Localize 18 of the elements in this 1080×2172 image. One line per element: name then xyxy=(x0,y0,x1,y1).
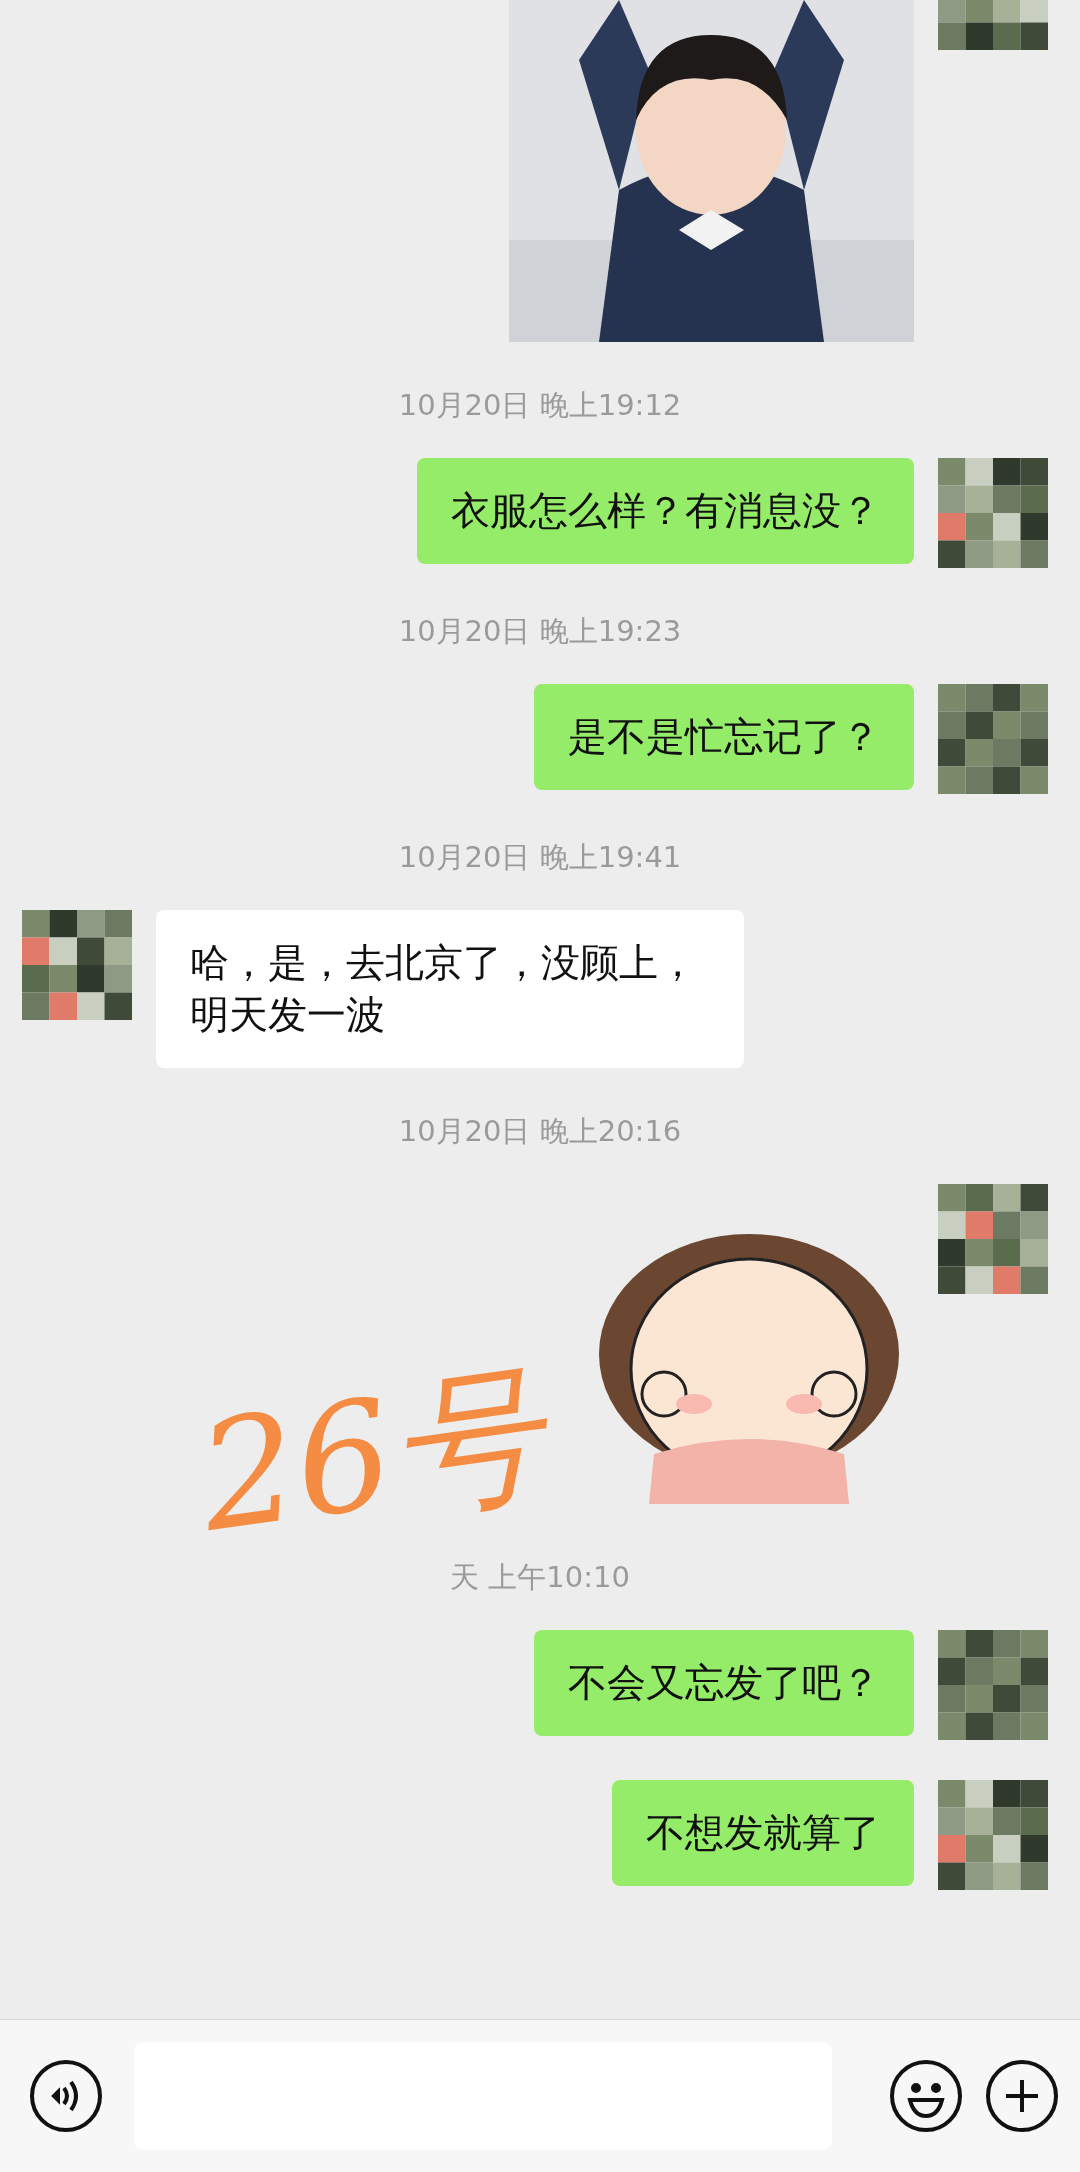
message-bubble: 衣服怎么样？有消息没？ xyxy=(417,458,914,564)
timestamp: 10月20日 晚上19:12 xyxy=(398,387,682,424)
emoji-icon[interactable] xyxy=(888,2058,964,2134)
message-bubble: 是不是忙忘记了？ xyxy=(534,684,914,790)
avatar[interactable] xyxy=(938,1780,1048,1890)
message-bubble: 不想发就算了 xyxy=(612,1780,914,1886)
avatar[interactable] xyxy=(22,910,132,1020)
timestamp: 天 上午10:10 xyxy=(450,1559,630,1596)
timestamp: 10月20日 晚上20:16 xyxy=(398,1113,682,1150)
handwritten-note: 26号 xyxy=(191,1357,550,1553)
avatar[interactable] xyxy=(938,458,1048,568)
timestamp: 10月20日 晚上19:41 xyxy=(398,839,682,876)
message-bubble: 不会又忘发了吧？ xyxy=(534,1630,914,1736)
timestamp: 10月20日 晚上19:23 xyxy=(398,613,682,650)
voice-icon[interactable] xyxy=(28,2058,104,2134)
avatar[interactable] xyxy=(938,1184,1048,1294)
add-icon[interactable] xyxy=(984,2058,1060,2134)
message-bubble: 哈，是，去北京了，没顾上，明天发一波 xyxy=(156,910,744,1068)
